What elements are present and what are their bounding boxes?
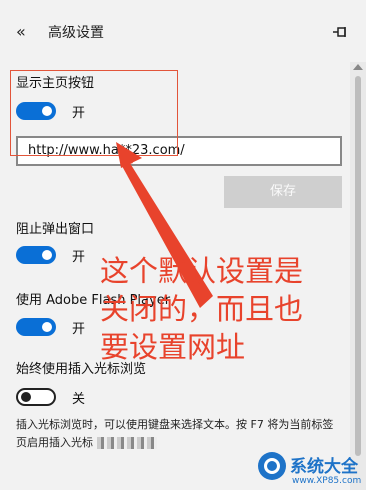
popup-blocker-toggle[interactable] (16, 246, 56, 264)
settings-header: « 高级设置 (0, 0, 366, 62)
annotation-line: 关闭的，而且也 (100, 292, 304, 326)
caret-browsing-description-text: 插入光标浏览时，可以使用键盘来选择文本。按 F7 将为当前标签页启用插入光标 (16, 418, 334, 449)
caret-browsing-toggle[interactable] (16, 388, 56, 406)
toggle-knob (21, 392, 31, 402)
watermark-globe-icon (258, 452, 286, 480)
watermark-logo: 系统大全 www.XP85.com (258, 448, 366, 490)
caret-browsing-state: 关 (72, 392, 86, 407)
watermark-url: www.XP85.com (292, 476, 362, 486)
annotation-text: 这个默认设置是 关闭的，而且也 要设置网址 (100, 252, 350, 366)
scroll-up-arrow-icon[interactable] (353, 64, 363, 70)
back-icon[interactable]: « (16, 22, 26, 41)
popup-blocker-label: 阻止弹出窗口 (16, 222, 95, 237)
page-title: 高级设置 (48, 25, 104, 41)
flash-toggle[interactable] (16, 318, 56, 336)
flash-state: 开 (72, 322, 86, 337)
scrollbar[interactable] (350, 62, 366, 490)
watermark-name: 系统大全 (290, 457, 358, 477)
blurred-text (96, 437, 157, 449)
scroll-thumb[interactable] (355, 76, 361, 456)
popup-blocker-state: 开 (72, 250, 86, 265)
annotation-box (10, 70, 178, 156)
annotation-line: 要设置网址 (100, 330, 246, 364)
caret-browsing-description: 插入光标浏览时，可以使用键盘来选择文本。按 F7 将为当前标签页启用插入光标 (16, 416, 342, 452)
toggle-knob (42, 322, 52, 332)
pin-icon[interactable] (333, 26, 349, 38)
toggle-knob (42, 250, 52, 260)
save-button[interactable]: 保存 (224, 176, 342, 208)
annotation-line: 这个默认设置是 (100, 254, 304, 288)
